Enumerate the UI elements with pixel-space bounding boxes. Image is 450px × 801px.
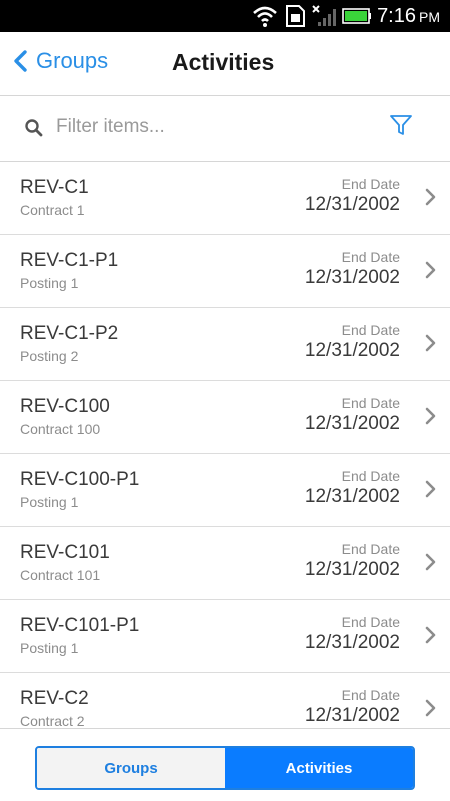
filter-bar — [0, 96, 450, 162]
item-date: 12/31/2002 — [304, 340, 400, 361]
item-date-label: End Date — [341, 395, 400, 411]
app-header: Groups Activities — [0, 32, 450, 96]
segmented-control: Groups Activities — [35, 746, 415, 790]
item-name: REV-C101-P1 — [20, 615, 140, 636]
item-subtitle: Posting 1 — [20, 494, 79, 510]
item-subtitle: Contract 100 — [20, 421, 101, 437]
activities-list: REV-C1 Contract 1 End Date 12/31/2002 RE… — [0, 162, 450, 728]
list-item[interactable]: REV-C100-P1 Posting 1 End Date 12/31/200… — [0, 454, 450, 527]
list-item[interactable]: REV-C101-P1 Posting 1 End Date 12/31/200… — [0, 600, 450, 673]
item-subtitle: Posting 1 — [20, 640, 79, 656]
filter-input[interactable] — [56, 112, 356, 142]
signal-icon — [312, 5, 336, 26]
chevron-right-icon — [425, 334, 436, 352]
item-date: 12/31/2002 — [304, 267, 400, 288]
item-name: REV-C2 — [20, 688, 89, 709]
item-date-label: End Date — [341, 176, 400, 192]
item-name: REV-C1 — [20, 177, 89, 198]
sim-icon — [286, 5, 305, 27]
item-name: REV-C1-P2 — [20, 323, 119, 344]
item-subtitle: Posting 1 — [20, 275, 79, 291]
item-subtitle: Contract 101 — [20, 567, 101, 583]
search-icon — [25, 119, 43, 137]
item-date-label: End Date — [341, 322, 400, 338]
page-title: Activities — [172, 49, 275, 75]
chevron-right-icon — [425, 261, 436, 279]
item-date-label: End Date — [341, 687, 400, 703]
chevron-right-icon — [425, 407, 436, 425]
chevron-right-icon — [425, 553, 436, 571]
battery-icon — [342, 8, 371, 24]
item-name: REV-C101 — [20, 542, 110, 563]
item-subtitle: Contract 1 — [20, 202, 85, 218]
list-item[interactable]: REV-C100 Contract 100 End Date 12/31/200… — [0, 381, 450, 454]
item-name: REV-C100 — [20, 396, 110, 417]
tab-activities[interactable]: Activities — [225, 748, 413, 788]
chevron-left-icon — [14, 50, 27, 72]
chevron-right-icon — [425, 626, 436, 644]
item-date-label: End Date — [341, 249, 400, 265]
chevron-right-icon — [425, 699, 436, 717]
item-date-label: End Date — [341, 468, 400, 484]
item-date: 12/31/2002 — [304, 413, 400, 434]
item-subtitle: Contract 2 — [20, 713, 85, 728]
back-button[interactable]: Groups — [12, 48, 108, 74]
status-bar: 7:16 PM — [0, 0, 450, 32]
list-item[interactable]: REV-C1-P2 Posting 2 End Date 12/31/2002 — [0, 308, 450, 381]
item-name: REV-C100-P1 — [20, 469, 140, 490]
tab-groups[interactable]: Groups — [37, 748, 225, 788]
back-button-label: Groups — [36, 48, 109, 73]
item-name: REV-C1-P1 — [20, 250, 119, 271]
chevron-right-icon — [425, 480, 436, 498]
list-item[interactable]: REV-C2 Contract 2 End Date 12/31/2002 — [0, 673, 450, 728]
item-subtitle: Posting 2 — [20, 348, 79, 364]
item-date: 12/31/2002 — [304, 194, 400, 215]
item-date: 12/31/2002 — [304, 632, 400, 653]
list-item[interactable]: REV-C1-P1 Posting 1 End Date 12/31/2002 — [0, 235, 450, 308]
status-time: 7:16 PM — [377, 5, 440, 27]
chevron-right-icon — [425, 188, 436, 206]
item-date: 12/31/2002 — [304, 486, 400, 507]
item-date-label: End Date — [341, 614, 400, 630]
filter-icon[interactable] — [388, 112, 414, 138]
wifi-icon — [253, 6, 277, 27]
bottom-bar: Groups Activities — [0, 728, 450, 801]
item-date: 12/31/2002 — [304, 705, 400, 726]
item-date-label: End Date — [341, 541, 400, 557]
list-item[interactable]: REV-C101 Contract 101 End Date 12/31/200… — [0, 527, 450, 600]
list-item[interactable]: REV-C1 Contract 1 End Date 12/31/2002 — [0, 162, 450, 235]
item-date: 12/31/2002 — [304, 559, 400, 580]
